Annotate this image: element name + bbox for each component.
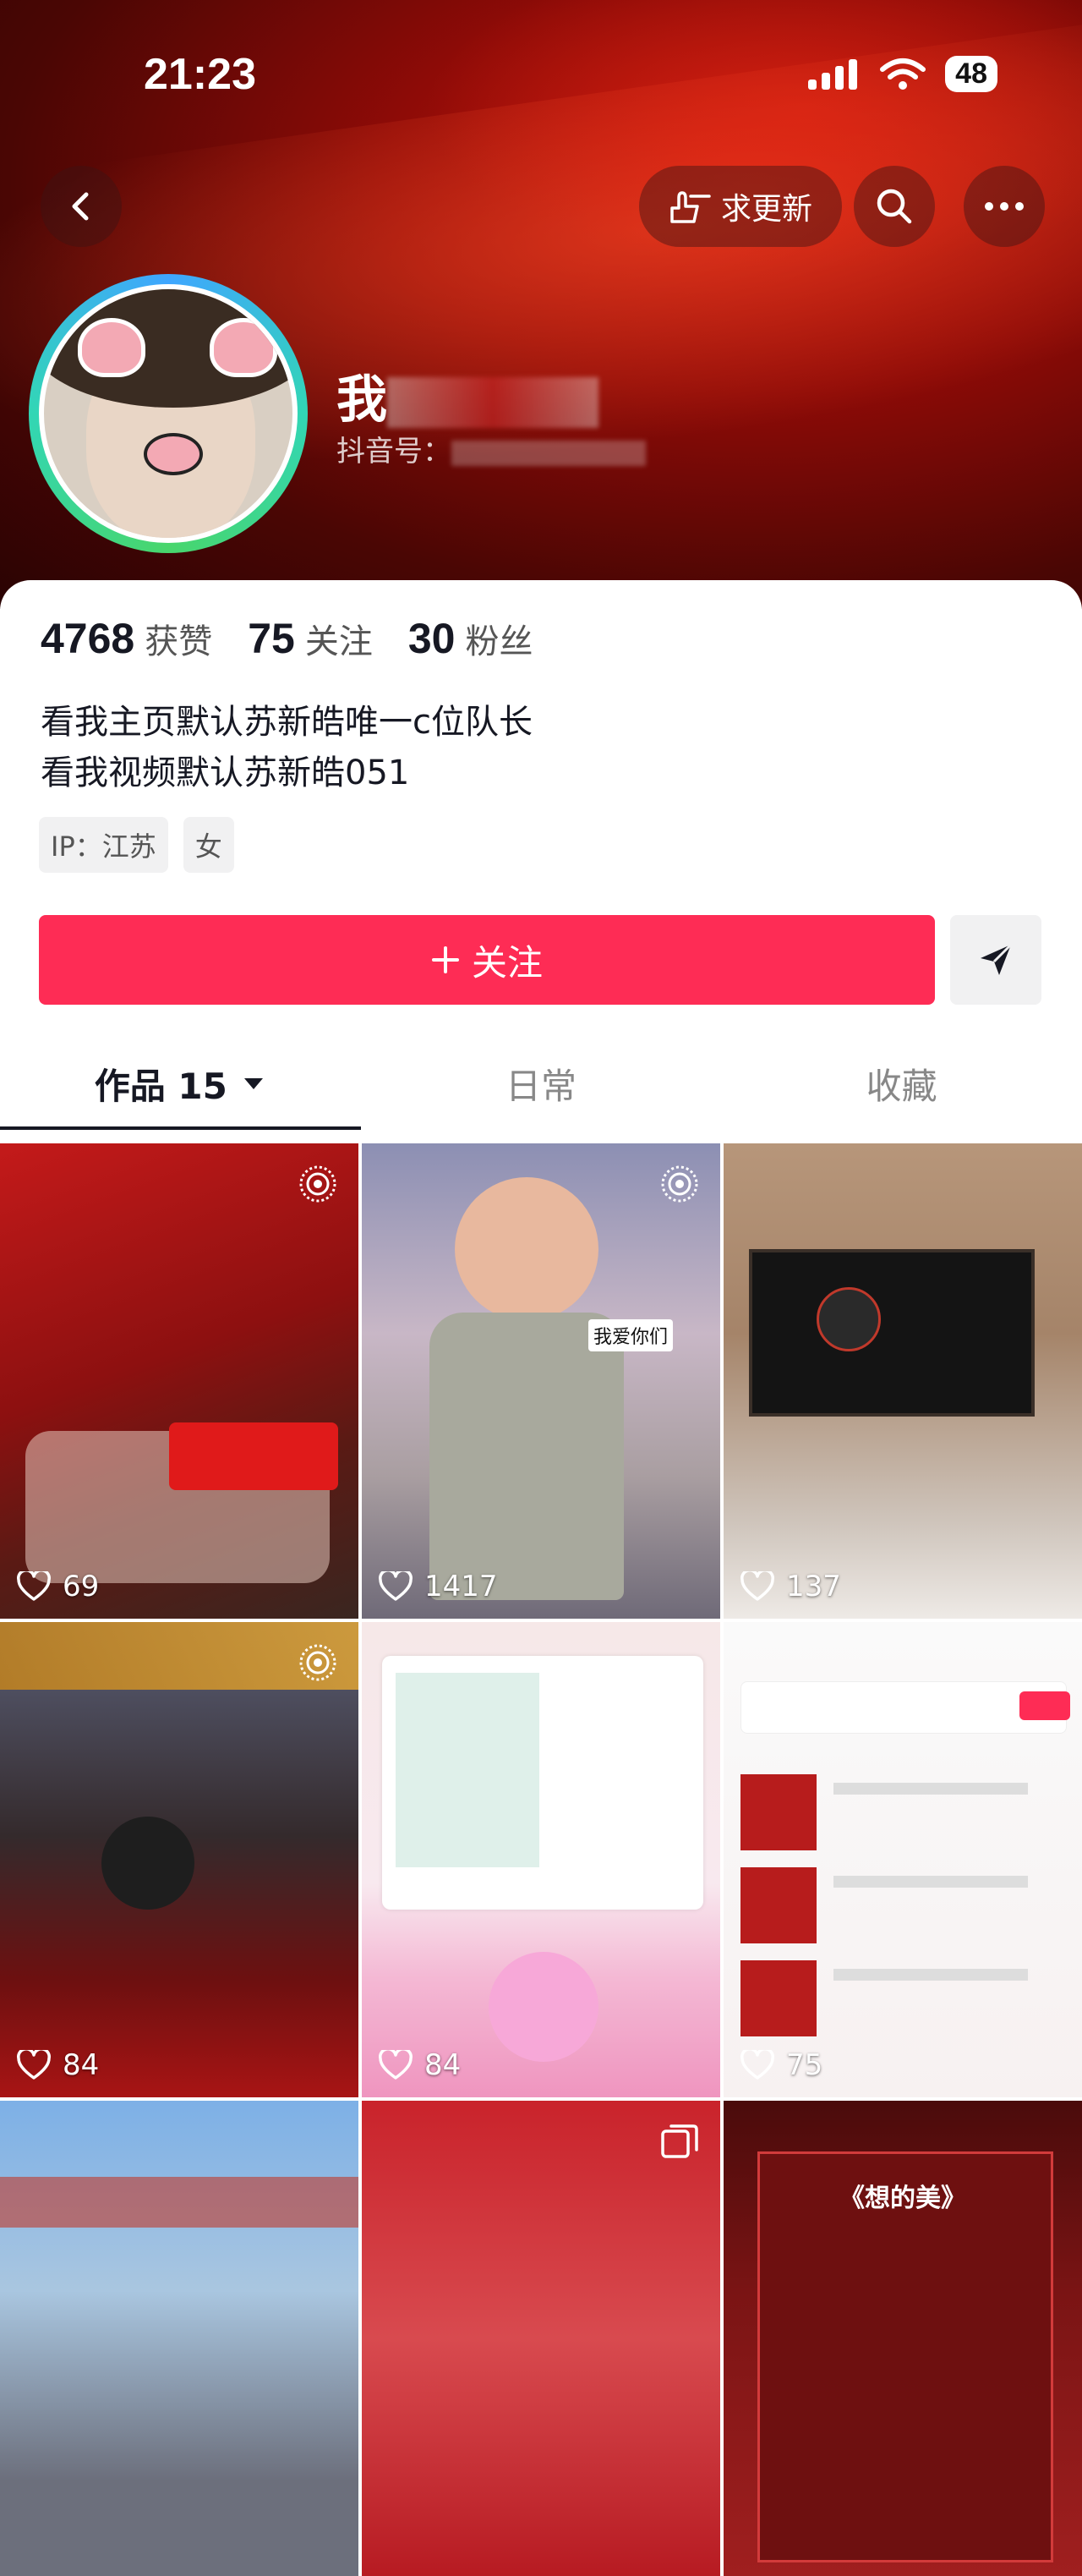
content-tabs: 作品 15 日常 收藏 bbox=[0, 1037, 1082, 1130]
avatar-image bbox=[39, 284, 298, 543]
id-mosaic bbox=[451, 440, 646, 466]
follow-button[interactable]: 关注 bbox=[39, 915, 935, 1005]
stat-value: 30 bbox=[407, 615, 456, 662]
stat-label: 粉丝 bbox=[465, 622, 533, 661]
bio-line: 看我视频默认苏新皓051 bbox=[41, 754, 410, 792]
battery-indicator: 48 bbox=[945, 56, 997, 92]
video-grid: 69 我爱你们 1417 137 84 84 75 《想的美》 bbox=[0, 1143, 1082, 2576]
like-count-value: 1417 bbox=[424, 1570, 498, 1603]
send-icon bbox=[981, 943, 1013, 975]
profile-name: 我 bbox=[336, 359, 598, 432]
pig-ear-icon bbox=[78, 318, 145, 377]
status-time: 21:23 bbox=[144, 50, 256, 99]
like-count: 75 bbox=[740, 2048, 822, 2082]
search-button[interactable] bbox=[854, 166, 935, 247]
heart-icon bbox=[379, 2050, 413, 2080]
status-bar: 21:23 48 bbox=[0, 0, 1082, 161]
plus-icon bbox=[431, 946, 459, 973]
name-mosaic bbox=[387, 377, 598, 429]
tab-favorites[interactable]: 收藏 bbox=[721, 1037, 1082, 1130]
like-count: 1417 bbox=[379, 1570, 498, 1603]
douyin-id[interactable]: 抖音号： bbox=[336, 428, 646, 469]
video-thumbnail[interactable]: 75 bbox=[724, 1622, 1082, 2097]
pig-nose-icon bbox=[144, 433, 203, 475]
wifi-icon bbox=[880, 58, 926, 90]
like-count-value: 75 bbox=[786, 2048, 823, 2082]
like-count: 84 bbox=[379, 2048, 461, 2082]
signal-icon bbox=[808, 58, 858, 90]
bio: 看我主页默认苏新皓唯一c位队长 看我视频默认苏新皓051 bbox=[41, 697, 533, 798]
douyin-id-label: 抖音号： bbox=[336, 435, 451, 469]
heart-icon bbox=[740, 1571, 774, 1601]
back-button[interactable] bbox=[41, 166, 122, 247]
like-count-value: 84 bbox=[63, 2048, 100, 2082]
video-thumbnail[interactable]: 137 bbox=[724, 1143, 1082, 1619]
profile-tags: IP：江苏 女 bbox=[39, 817, 234, 873]
more-button[interactable] bbox=[964, 166, 1045, 247]
message-share-button[interactable] bbox=[950, 915, 1041, 1005]
tab-daily[interactable]: 日常 bbox=[361, 1037, 722, 1130]
search-icon bbox=[877, 189, 912, 224]
like-count-value: 137 bbox=[786, 1570, 841, 1603]
more-dots-icon bbox=[985, 202, 1024, 211]
heart-icon bbox=[379, 1571, 413, 1601]
tab-works[interactable]: 作品 15 bbox=[0, 1037, 361, 1130]
gender-tag: 女 bbox=[183, 817, 234, 873]
pig-ear-icon bbox=[210, 318, 277, 377]
stats-row: 4768 获赞 75 关注 30 粉丝 bbox=[41, 614, 533, 663]
caret-down-icon bbox=[243, 1078, 263, 1089]
multi-image-icon bbox=[661, 2124, 698, 2158]
stat-label: 获赞 bbox=[145, 622, 213, 661]
heart-icon bbox=[17, 2050, 51, 2080]
video-overlay-text: 我爱你们 bbox=[588, 1319, 674, 1351]
like-count-value: 84 bbox=[424, 2048, 462, 2082]
ip-location-tag: IP：江苏 bbox=[39, 817, 168, 873]
video-thumbnail[interactable]: 84 bbox=[362, 1622, 720, 2097]
video-overlay-text: 《想的美》 bbox=[839, 2184, 966, 2213]
bio-line: 看我主页默认苏新皓唯一c位队长 bbox=[41, 703, 533, 742]
heart-icon bbox=[740, 2050, 774, 2080]
tab-label: 日常 bbox=[505, 1065, 577, 1107]
pointing-hand-icon bbox=[670, 191, 711, 223]
video-thumbnail[interactable]: 我爱你们 1417 bbox=[362, 1143, 720, 1619]
tab-label: 作品 15 bbox=[94, 1065, 227, 1107]
video-thumbnail[interactable] bbox=[0, 2101, 358, 2576]
stat-following[interactable]: 75 关注 bbox=[248, 614, 373, 663]
like-count: 69 bbox=[17, 1570, 99, 1603]
request-update-label: 求更新 bbox=[720, 192, 812, 227]
live-photo-icon bbox=[661, 1165, 698, 1203]
video-thumbnail[interactable]: 69 bbox=[0, 1143, 358, 1619]
avatar[interactable] bbox=[29, 274, 308, 553]
live-photo-icon bbox=[299, 1644, 336, 1681]
request-update-button[interactable]: 求更新 bbox=[639, 166, 842, 247]
video-thumbnail[interactable]: 《想的美》 bbox=[724, 2101, 1082, 2576]
video-thumbnail[interactable]: 84 bbox=[0, 1622, 358, 2097]
live-photo-icon bbox=[299, 1165, 336, 1203]
stat-value: 75 bbox=[248, 615, 295, 662]
stat-followers[interactable]: 30 粉丝 bbox=[408, 614, 533, 663]
like-count: 137 bbox=[740, 1570, 841, 1603]
heart-icon bbox=[17, 1571, 51, 1601]
stat-value: 4768 bbox=[41, 615, 135, 662]
stat-likes[interactable]: 4768 获赞 bbox=[41, 614, 212, 663]
chevron-left-icon bbox=[72, 192, 89, 221]
like-count: 84 bbox=[17, 2048, 99, 2082]
tab-label: 收藏 bbox=[866, 1065, 937, 1107]
profile-name-text: 我 bbox=[336, 370, 387, 430]
follow-label: 关注 bbox=[471, 941, 543, 984]
video-thumbnail[interactable] bbox=[362, 2101, 720, 2576]
like-count-value: 69 bbox=[63, 1570, 100, 1603]
stat-label: 关注 bbox=[304, 622, 373, 661]
